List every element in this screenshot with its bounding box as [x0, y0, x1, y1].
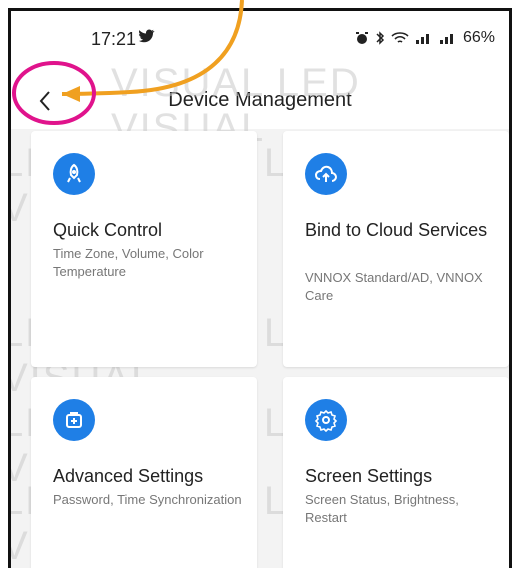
card-title: Bind to Cloud Services: [305, 220, 488, 240]
status-icons: 66%: [355, 29, 495, 47]
card-subtitle: VNNOX Standard/AD, VNNOX Care: [305, 270, 483, 303]
card-title: Advanced Settings: [53, 466, 204, 486]
card-title: Quick Control: [53, 220, 163, 240]
card-subtitle: Password, Time Synchronization: [53, 492, 242, 507]
device-screen: 17:21 66% Device Management VISUAL LED V…: [8, 8, 512, 568]
card-title: Screen Settings: [305, 466, 433, 486]
alarm-icon: [355, 32, 368, 44]
briefcase-plus-icon: [53, 399, 95, 441]
signal-icon: [415, 34, 429, 44]
signal-icon: [439, 34, 453, 44]
advanced-settings-card[interactable]: Advanced Settings Password, Time Synchro…: [31, 377, 257, 568]
rocket-icon: [53, 153, 95, 195]
bind-cloud-card[interactable]: Bind to Cloud Services VNNOX Standard/AD…: [283, 131, 509, 367]
status-time: 17:21: [91, 29, 137, 49]
cloud-upload-icon: [305, 153, 347, 195]
card-subtitle: Time Zone, Volume, Color Temperature: [53, 246, 204, 279]
app-header: Device Management: [11, 73, 509, 129]
screen-settings-card[interactable]: Screen Settings Screen Status, Brightnes…: [283, 377, 509, 568]
gear-icon: [305, 399, 347, 441]
page-title: Device Management: [168, 89, 352, 111]
wifi-icon: [391, 32, 409, 43]
status-bar: 17:21 66%: [11, 11, 509, 73]
battery-percent: 66%: [462, 29, 495, 46]
twitter-icon: [139, 29, 155, 48]
quick-control-card[interactable]: Quick Control Time Zone, Volume, Color T…: [31, 131, 257, 367]
card-subtitle: Screen Status, Brightness, Restart: [305, 492, 459, 525]
bluetooth-icon: [376, 31, 385, 45]
